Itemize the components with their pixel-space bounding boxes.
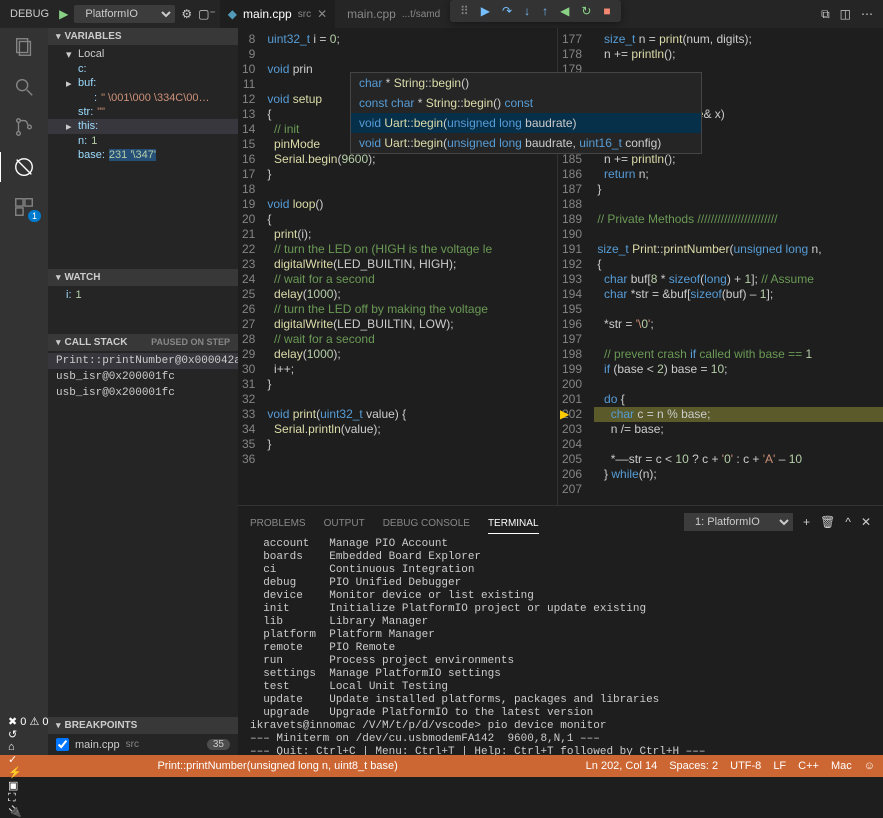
- maximize-panel-icon[interactable]: ^: [845, 515, 851, 529]
- explorer-icon[interactable]: [13, 36, 35, 58]
- kill-terminal-icon[interactable]: 🗑: [820, 515, 835, 529]
- badge: 1: [28, 210, 41, 222]
- tab-main-samd[interactable]: main.cpp ...t/samd: [339, 0, 448, 28]
- status-item[interactable]: Spaces: 2: [669, 760, 718, 772]
- watch-row[interactable]: i: 1: [48, 288, 238, 302]
- breakpoint-line: 35: [207, 739, 230, 750]
- breakpoints-header[interactable]: ▾BREAKPOINTS: [48, 717, 238, 734]
- more-icon[interactable]: ⋯: [861, 7, 873, 22]
- status-item[interactable]: ✖ 0 ⚠ 0: [8, 715, 48, 728]
- breakpoint-file: main.cpp: [75, 739, 120, 751]
- step-into-icon[interactable]: ↓: [524, 4, 530, 18]
- autocomplete-item[interactable]: void Uart::begin(unsigned long baudrate): [351, 113, 701, 133]
- autocomplete-item[interactable]: void Uart::begin(unsigned long baudrate,…: [351, 133, 701, 153]
- panel-tab-terminal[interactable]: TERMINAL: [488, 518, 539, 534]
- panel-tab-debug-console[interactable]: DEBUG CONSOLE: [383, 518, 470, 533]
- var-row[interactable]: n: 1: [48, 134, 238, 148]
- tab-label: main.cpp: [347, 7, 396, 21]
- cpp-file-icon: ◆: [228, 7, 237, 21]
- search-icon[interactable]: [13, 76, 35, 98]
- panel-tab-problems[interactable]: PROBLEMS: [250, 518, 306, 533]
- debug-toolbar[interactable]: ⠿ ▶ ↷ ↓ ↑ ◀ ↻ ■: [450, 0, 621, 22]
- breakpoints-body: main.cpp src 35: [48, 734, 238, 755]
- status-item[interactable]: C++: [798, 760, 819, 772]
- status-function[interactable]: Print::printNumber(unsigned long n, uint…: [157, 760, 397, 772]
- continue-icon[interactable]: ▶: [481, 4, 490, 18]
- restart-icon[interactable]: ↻: [581, 4, 591, 18]
- bottom-panel: PROBLEMS OUTPUT DEBUG CONSOLE TERMINAL 1: P…: [238, 505, 883, 755]
- editor-actions: ⧉ ◫ ⋯: [821, 7, 879, 22]
- tab-main-src[interactable]: ◆ main.cpp src ✕: [220, 0, 335, 28]
- debug-icon[interactable]: [13, 156, 35, 178]
- status-item[interactable]: ▣: [8, 779, 48, 792]
- debug-config-dropdown[interactable]: PlatformIO: [74, 5, 175, 23]
- scm-icon[interactable]: [13, 116, 35, 138]
- status-item[interactable]: 🔌: [8, 805, 48, 818]
- status-item[interactable]: ⚡: [8, 766, 48, 779]
- status-item[interactable]: ⌂: [8, 741, 48, 753]
- status-item[interactable]: Mac: [831, 760, 852, 772]
- variables-body: ▾Local c: ▸buf: : " \001\000 \334C\00…st…: [48, 45, 238, 164]
- status-item[interactable]: ⛶: [8, 792, 48, 805]
- tab-sublabel: src: [298, 9, 311, 20]
- step-over-icon[interactable]: ↷: [502, 4, 512, 18]
- close-panel-icon[interactable]: ✕: [861, 515, 871, 529]
- title-bar: DEBUG ▶ PlatformIO ⚙ ▢⁻ ◆ main.cpp src ✕…: [0, 0, 883, 28]
- debug-launch-controls: ▶ PlatformIO ⚙ ▢⁻: [59, 5, 216, 23]
- stackframe-row[interactable]: usb_isr@0x200001fc: [48, 369, 238, 385]
- variables-header[interactable]: ▾VARIABLES: [48, 28, 238, 45]
- watch-header[interactable]: ▾WATCH: [48, 269, 238, 286]
- gutter: 8910111213141516171819202122232425262728…: [238, 28, 267, 505]
- stop-icon[interactable]: ■: [603, 4, 610, 18]
- var-row[interactable]: c:: [48, 62, 238, 76]
- var-row[interactable]: base: 231 '\347': [48, 148, 238, 162]
- var-row[interactable]: ▸this:: [48, 119, 238, 134]
- split-icon[interactable]: ◫: [840, 7, 851, 22]
- watch-body: i: 1: [48, 286, 238, 304]
- gear-icon[interactable]: ⚙: [181, 7, 192, 21]
- activity-bar: 1: [0, 28, 48, 755]
- autocomplete-popup[interactable]: char * String::begin()const char * Strin…: [350, 72, 702, 154]
- terminal-output[interactable]: account Manage PIO Account boards Embedd…: [238, 534, 883, 755]
- status-item[interactable]: Ln 202, Col 14: [586, 760, 658, 772]
- tab-label: main.cpp: [243, 7, 292, 21]
- debug-console-icon[interactable]: ▢⁻: [198, 7, 216, 21]
- breakpoint-sub: src: [126, 739, 139, 750]
- panel-tabs: PROBLEMS OUTPUT DEBUG CONSOLE TERMINAL 1: P…: [238, 506, 883, 534]
- breakpoint-row[interactable]: main.cpp src 35: [48, 736, 238, 753]
- stackframe-row[interactable]: usb_isr@0x200001fc: [48, 385, 238, 401]
- start-debug-icon[interactable]: ▶: [59, 7, 68, 21]
- status-bar: ✖ 0 ⚠ 0↺⌂✓⚡▣⛶🔌 Print::printNumber(unsign…: [0, 755, 883, 777]
- panel-tab-output[interactable]: OUTPUT: [324, 518, 365, 533]
- tab-sublabel: ...t/samd: [402, 9, 440, 20]
- debug-view-label: DEBUG: [4, 8, 55, 20]
- new-terminal-icon[interactable]: +: [803, 515, 810, 529]
- compare-icon[interactable]: ⧉: [821, 7, 830, 22]
- debug-sidebar: ▾VARIABLES ▾Local c: ▸buf: : " \001\000 …: [48, 28, 238, 755]
- status-item[interactable]: ✓: [8, 753, 48, 766]
- stackframe-row[interactable]: Print::printNumber@0x000042ac: [48, 353, 238, 369]
- status-item[interactable]: ↺: [8, 728, 48, 741]
- status-item[interactable]: LF: [773, 760, 786, 772]
- drag-handle-icon[interactable]: ⠿: [460, 4, 469, 18]
- step-back-icon[interactable]: ◀: [560, 4, 569, 18]
- scope-local[interactable]: ▾Local: [48, 47, 238, 62]
- status-item[interactable]: ☺: [864, 760, 875, 772]
- var-row[interactable]: str: "": [48, 105, 238, 119]
- terminal-select[interactable]: 1: PlatformIO: [684, 513, 793, 531]
- close-icon[interactable]: ✕: [317, 7, 327, 21]
- callstack-header[interactable]: ▾CALL STACKPAUSED ON STEP: [48, 334, 238, 351]
- var-row[interactable]: : " \001\000 \334C\00…: [48, 91, 238, 105]
- autocomplete-item[interactable]: const char * String::begin() const: [351, 93, 701, 113]
- step-out-icon[interactable]: ↑: [542, 4, 548, 18]
- callstack-body: Print::printNumber@0x000042acusb_isr@0x2…: [48, 351, 238, 403]
- autocomplete-item[interactable]: char * String::begin(): [351, 73, 701, 93]
- extensions-icon[interactable]: 1: [13, 196, 35, 218]
- var-row[interactable]: ▸buf:: [48, 76, 238, 91]
- status-item[interactable]: UTF-8: [730, 760, 761, 772]
